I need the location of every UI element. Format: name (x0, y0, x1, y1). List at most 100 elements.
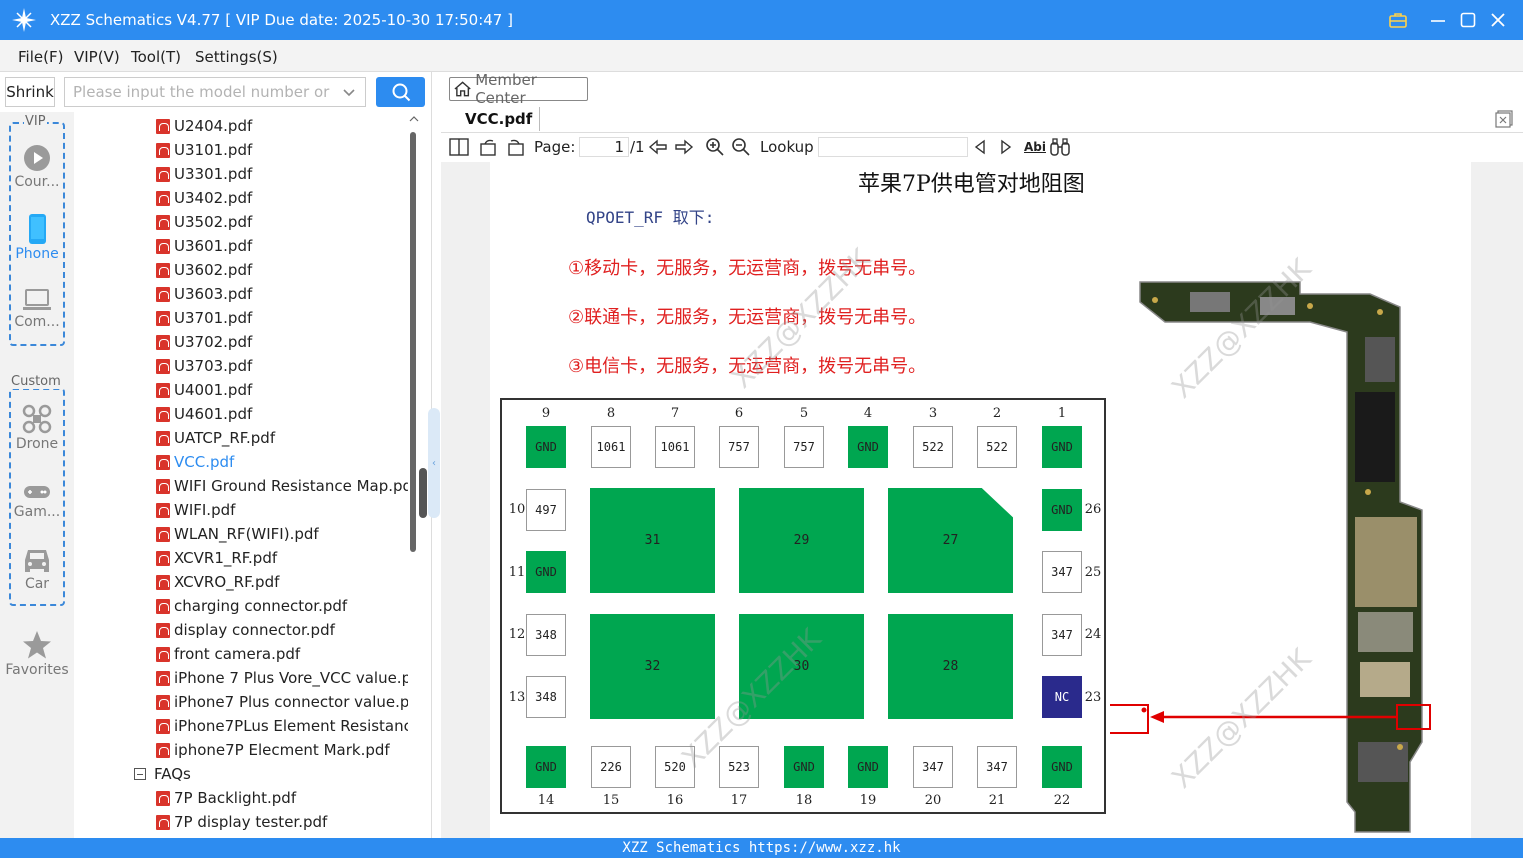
pdf-viewer[interactable]: 苹果7P供电管对地阻图 QPOET_RF 取下: ①移动卡，无服务，无运营商，拨… (441, 162, 1523, 838)
tree-file-item[interactable]: U3502.pdf (156, 210, 252, 234)
page-label: Page: (534, 138, 576, 156)
pin-number: 1 (1057, 406, 1067, 421)
category-car[interactable]: Car (0, 546, 74, 592)
tree-file-item[interactable]: display connector.pdf (156, 618, 335, 642)
tree-file-item[interactable]: XCVRO_RF.pdf (156, 570, 279, 594)
lookup-input[interactable] (818, 137, 968, 157)
tree-file-item[interactable]: U4001.pdf (156, 378, 252, 402)
tree-file-item[interactable]: iPhone7PLus Element Resistance D (156, 714, 408, 738)
match-case-icon[interactable]: Abi (1024, 137, 1046, 157)
menu-tool[interactable]: Tool(T) (131, 48, 181, 66)
document-title: 苹果7P供电管对地阻图 (858, 172, 1085, 197)
category-computer[interactable]: Com... (0, 288, 74, 330)
tree-folder-faqs[interactable]: FAQs (134, 762, 191, 786)
tree-file-item[interactable]: U3601.pdf (156, 234, 252, 258)
menu-settings[interactable]: Settings(S) (195, 48, 278, 66)
pdf-file-icon (156, 214, 170, 230)
rotate-left-icon[interactable] (479, 137, 499, 157)
pin-number: 21 (988, 793, 1006, 808)
folder-label: FAQs (154, 765, 191, 783)
tree-file-item[interactable]: WIFI.pdf (156, 498, 235, 522)
pin-value: GND (526, 746, 566, 788)
tree-file-item[interactable]: WIFI Ground Resistance Map.pdf (156, 474, 408, 498)
chevron-down-icon[interactable] (341, 84, 357, 100)
ground-pad: 31 (590, 488, 715, 593)
tree-file-item[interactable]: U4601.pdf (156, 402, 252, 426)
category-phone[interactable]: Phone (0, 214, 74, 262)
ground-pad: 28 (888, 614, 1013, 719)
close-tab-icon[interactable] (1495, 110, 1513, 128)
briefcase-icon[interactable] (1386, 8, 1410, 32)
category-courses[interactable]: Cour... (0, 144, 74, 190)
logic-board-image (1110, 281, 1431, 833)
category-game[interactable]: Gam... (0, 482, 74, 520)
rotate-right-icon[interactable] (505, 137, 525, 157)
scrollbar-handle[interactable] (419, 468, 427, 518)
tree-file-item[interactable]: UATCP_RF.pdf (156, 426, 275, 450)
panel-splitter[interactable]: ‹ (428, 408, 440, 518)
sidebar-toggle-icon[interactable] (449, 137, 469, 157)
next-page-arrow-icon[interactable] (674, 137, 694, 157)
close-button[interactable] (1486, 8, 1510, 32)
search-button[interactable] (376, 77, 425, 107)
file-label: UATCP_RF.pdf (174, 429, 276, 447)
find-previous-icon[interactable] (973, 137, 987, 157)
lookup-label: Lookup (760, 138, 814, 156)
category-drone[interactable]: Drone (0, 404, 74, 452)
pdf-file-icon (156, 262, 170, 278)
tree-file-item[interactable]: charging connector.pdf (156, 594, 347, 618)
tree-file-item[interactable]: U3602.pdf (156, 258, 252, 282)
file-label: iPhone7PLus Element Resistance D (174, 717, 408, 735)
zoom-out-icon[interactable] (731, 137, 751, 157)
file-tree: U2404.pdf U3101.pdf U3301.pdf U3402.pdf … (74, 112, 408, 838)
tree-file-item[interactable]: iphone7P Elecment Mark.pdf (156, 738, 390, 762)
previous-page-arrow-icon[interactable] (648, 137, 668, 157)
tree-scrollbar[interactable] (408, 112, 427, 838)
tree-file-item[interactable]: U2404.pdf (156, 114, 252, 138)
maximize-button[interactable] (1456, 8, 1480, 32)
vip-group-label: VIP (24, 114, 47, 129)
tree-file-item[interactable]: U3703.pdf (156, 354, 252, 378)
tab-vcc-pdf[interactable]: VCC.pdf (465, 110, 532, 128)
tree-file-item[interactable]: front camera.pdf (156, 642, 300, 666)
tree-file-item[interactable]: iPhone7 Plus connector value.pdf (156, 690, 408, 714)
menu-file[interactable]: File(F) (18, 48, 63, 66)
tree-file-item-selected[interactable]: VCC.pdf (156, 450, 234, 474)
member-center-button[interactable]: Member Center (449, 71, 588, 107)
binoculars-icon[interactable] (1050, 137, 1070, 157)
status-footer: XZZ Schematics https://www.xzz.hk (0, 838, 1523, 858)
minimize-button[interactable] (1426, 8, 1450, 32)
category-favorites[interactable]: Favorites (0, 630, 74, 678)
shrink-button[interactable]: Shrink (5, 77, 55, 107)
tree-file-item[interactable]: iPhone 7 Plus Vore_VCC value.pdf (156, 666, 408, 690)
category-label: Com... (14, 314, 60, 330)
tree-file-item[interactable]: U3701.pdf (156, 306, 252, 330)
find-next-icon[interactable] (999, 137, 1013, 157)
pin-value: 1061 (591, 426, 631, 468)
pin-value: GND (848, 746, 888, 788)
search-input[interactable] (65, 78, 335, 106)
model-search-box[interactable] (64, 77, 366, 107)
page-number-input[interactable]: 1 (579, 137, 629, 157)
scroll-up-arrow-icon[interactable] (408, 112, 420, 126)
zoom-in-icon[interactable] (705, 137, 725, 157)
pin-number: 3 (928, 406, 938, 421)
tree-file-item[interactable]: 7P Backlight.pdf (156, 786, 296, 810)
tree-file-item[interactable]: XCVR1_RF.pdf (156, 546, 277, 570)
pdf-file-icon (156, 382, 170, 398)
pin-number: 22 (1053, 793, 1071, 808)
pin-value: GND (1042, 426, 1082, 468)
tree-file-item[interactable]: 7P display tester.pdf (156, 810, 327, 834)
tree-file-item[interactable]: U3101.pdf (156, 138, 252, 162)
file-label: WLAN_RF(WIFI).pdf (174, 525, 319, 543)
tree-file-item[interactable]: U3402.pdf (156, 186, 252, 210)
file-label: iphone7P Elecment Mark.pdf (174, 741, 390, 759)
tree-file-item[interactable]: U3301.pdf (156, 162, 252, 186)
tree-file-item[interactable]: U3702.pdf (156, 330, 252, 354)
tree-file-item[interactable]: WLAN_RF(WIFI).pdf (156, 522, 319, 546)
scrollbar-thumb[interactable] (410, 132, 416, 552)
tree-file-item[interactable]: U3603.pdf (156, 282, 252, 306)
menu-vip[interactable]: VIP(V) (74, 48, 120, 66)
collapse-icon[interactable] (134, 768, 146, 780)
document-panel: Member Center VCC.pdf Page: 1 /1 Lookup … (441, 71, 1523, 838)
